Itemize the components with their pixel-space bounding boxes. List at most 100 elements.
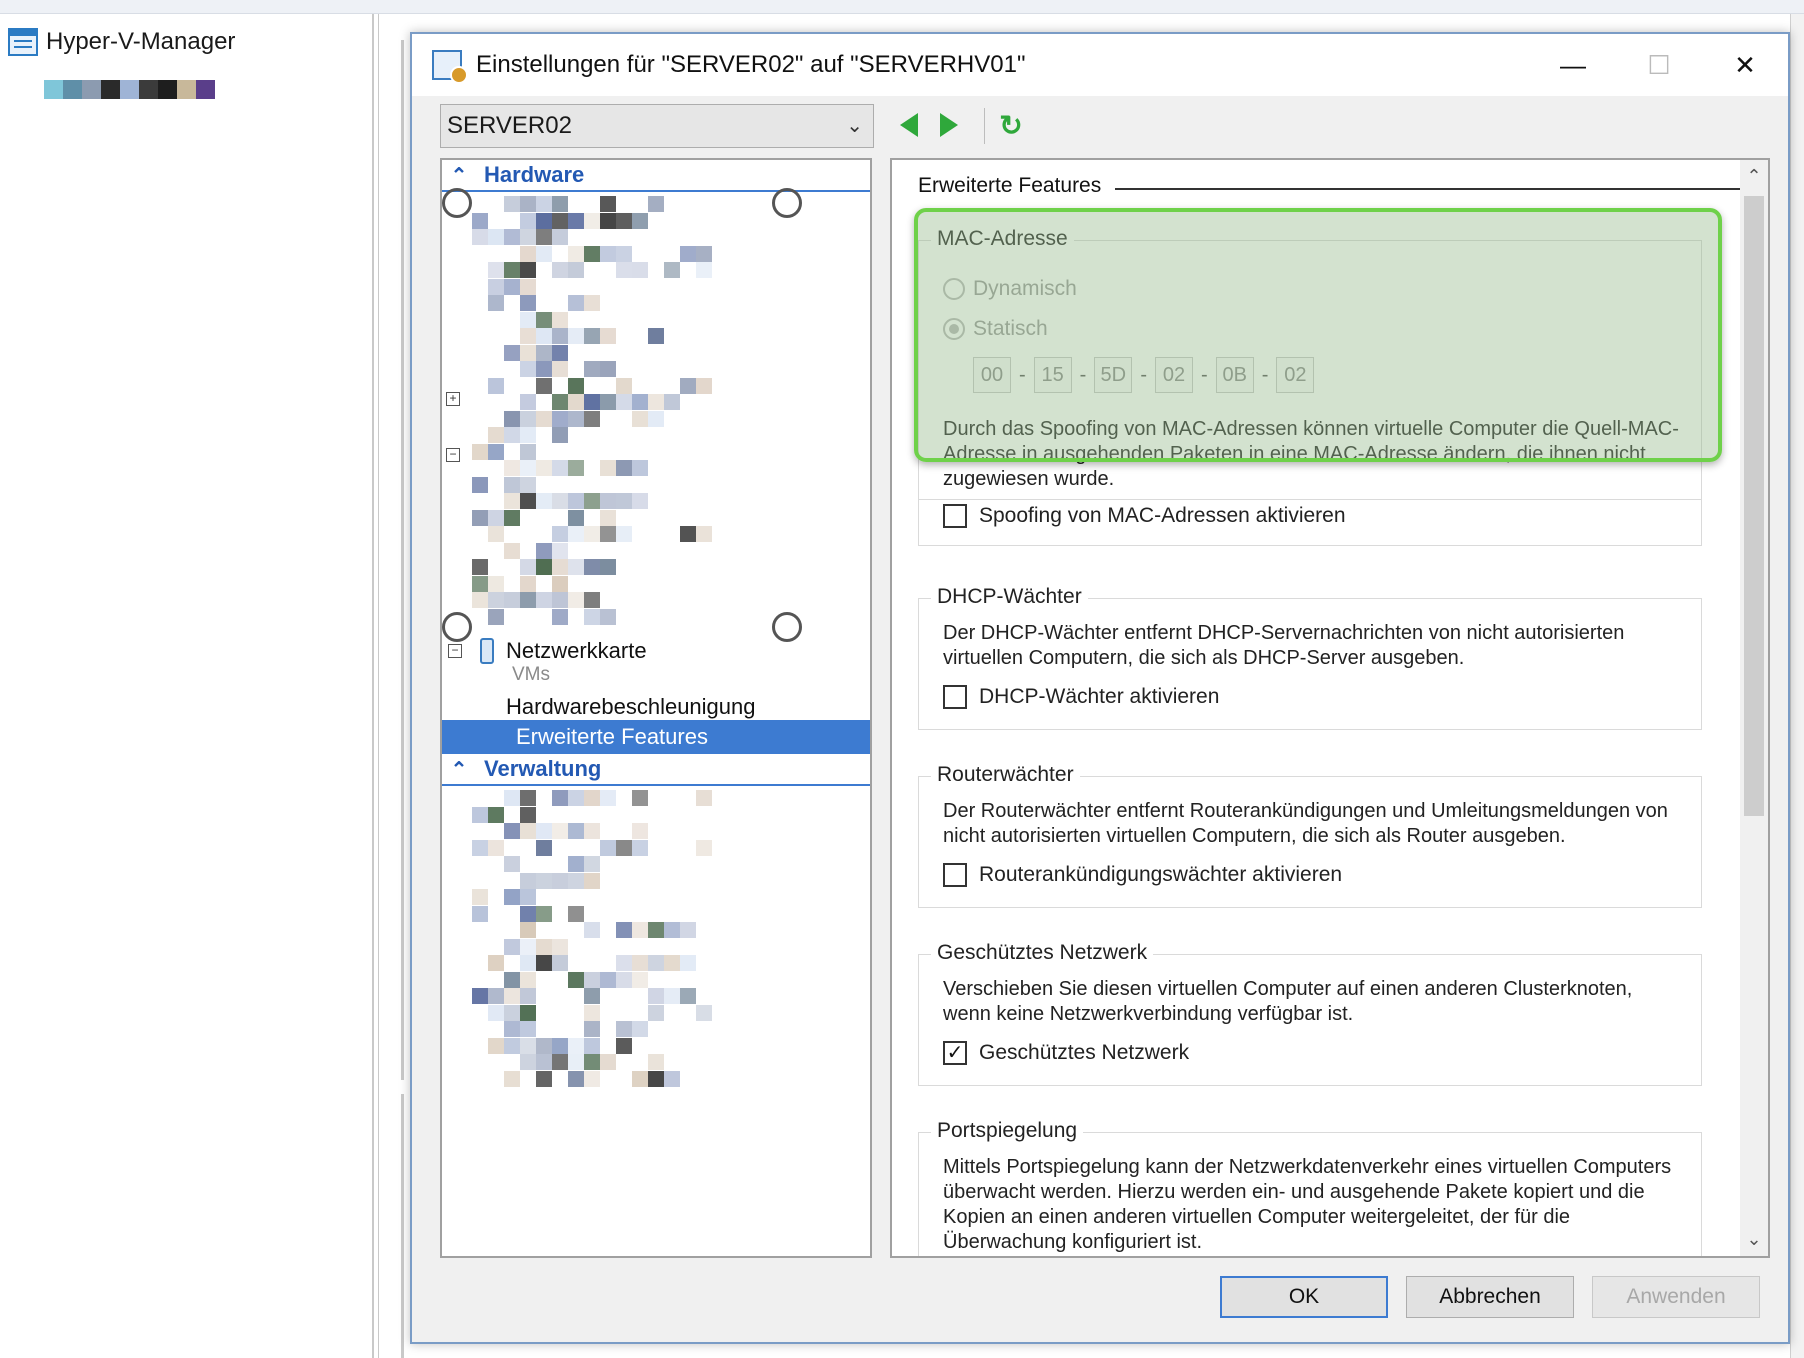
settings-scrollbar[interactable]: ⌃ ⌄ bbox=[1740, 160, 1768, 1256]
redacted-pixel bbox=[536, 212, 552, 229]
dhcp-guard-description: Der DHCP-Wächter entfernt DHCP-Servernac… bbox=[943, 622, 1625, 669]
redacted-pixel bbox=[488, 839, 504, 856]
right-arrow-icon bbox=[940, 113, 958, 137]
redacted-pixel bbox=[536, 410, 552, 427]
tree-root-hyperv-manager[interactable]: Hyper-V-Manager bbox=[8, 28, 235, 56]
redacted-pixel bbox=[616, 839, 632, 856]
redacted-management-items bbox=[442, 790, 870, 1120]
collapse-icon[interactable]: − bbox=[446, 448, 460, 462]
management-header[interactable]: ⌃ Verwaltung bbox=[442, 754, 870, 786]
redacted-pixel bbox=[552, 394, 568, 410]
redacted-pixel bbox=[584, 922, 600, 938]
redacted-pixel bbox=[504, 1037, 520, 1054]
scroll-down-icon[interactable]: ⌄ bbox=[1740, 1229, 1768, 1250]
refresh-button[interactable]: ↻ bbox=[996, 110, 1026, 141]
redacted-pixel bbox=[536, 245, 552, 262]
maximize-button[interactable]: ☐ bbox=[1616, 34, 1702, 96]
protected-network-label: Geschütztes Netzwerk bbox=[979, 1041, 1190, 1064]
redacted-pixel bbox=[520, 427, 536, 443]
dialog-title: Einstellungen für "SERVER02" auf "SERVER… bbox=[476, 51, 1026, 78]
redacted-pixel bbox=[632, 922, 648, 938]
redacted-pixel bbox=[568, 394, 584, 410]
redacted-pixel bbox=[472, 806, 488, 823]
redacted-pixel bbox=[584, 328, 600, 344]
redacted-pixel bbox=[488, 592, 504, 608]
tree-root-label: Hyper-V-Manager bbox=[46, 28, 236, 55]
redacted-pixel bbox=[568, 212, 584, 229]
redacted-pixel bbox=[504, 889, 520, 905]
redacted-pixel bbox=[568, 823, 584, 839]
redacted-pixel bbox=[568, 905, 584, 922]
redacted-pixel bbox=[584, 410, 600, 427]
redacted-pixel bbox=[520, 922, 536, 938]
vm-selector[interactable]: SERVER02 ⌄ bbox=[440, 104, 874, 148]
redacted-pixel bbox=[584, 971, 600, 988]
redacted-pixel bbox=[552, 575, 568, 592]
previous-button[interactable] bbox=[894, 110, 924, 140]
redacted-pixel bbox=[616, 377, 632, 394]
ok-button[interactable]: OK bbox=[1220, 1276, 1388, 1318]
redacted-pixel bbox=[536, 344, 552, 361]
minimize-button[interactable]: — bbox=[1530, 34, 1616, 96]
next-button[interactable] bbox=[934, 110, 964, 140]
dhcp-guard-checkbox[interactable]: DHCP-Wächter aktivieren bbox=[943, 685, 1219, 709]
settings-content: Erweiterte Features MAC-Adresse Dynamisc… bbox=[890, 158, 1770, 1258]
redacted-pixel bbox=[536, 592, 552, 608]
redacted-pixel bbox=[520, 278, 536, 295]
redacted-pixel bbox=[520, 361, 536, 377]
redacted-pixel bbox=[632, 839, 648, 856]
redacted-pixel bbox=[664, 262, 680, 278]
redacted-pixel bbox=[632, 1070, 648, 1087]
tree-item-advanced-features[interactable]: Erweiterte Features bbox=[442, 720, 870, 754]
redacted-pixel bbox=[536, 377, 552, 394]
protected-network-checkbox[interactable]: ✓ Geschütztes Netzwerk bbox=[943, 1041, 1189, 1065]
redacted-pixel bbox=[568, 377, 584, 394]
redacted-pixel bbox=[520, 311, 536, 328]
toolbar-separator bbox=[984, 108, 985, 144]
selection-handle bbox=[772, 612, 802, 642]
tree-item-network-adapter[interactable]: Netzwerkkarte bbox=[506, 638, 647, 664]
dialog-titlebar[interactable]: Einstellungen für "SERVER02" auf "SERVER… bbox=[412, 34, 1788, 96]
redacted-pixel bbox=[632, 493, 648, 509]
redacted-pixel bbox=[536, 311, 552, 328]
scroll-up-icon[interactable]: ⌃ bbox=[1740, 166, 1768, 187]
collapse-icon[interactable]: − bbox=[448, 644, 462, 658]
redacted-pixel bbox=[584, 592, 600, 608]
redacted-pixel bbox=[520, 988, 536, 1004]
mac-spoofing-row: Spoofing von MAC-Adressen aktivieren bbox=[918, 500, 1702, 546]
redacted-pixel bbox=[568, 295, 584, 311]
redacted-pixel bbox=[568, 1054, 584, 1070]
redacted-pixel bbox=[632, 460, 648, 476]
redacted-pixel bbox=[584, 394, 600, 410]
redacted-pixel bbox=[664, 922, 680, 938]
hardware-header-label: Hardware bbox=[484, 162, 585, 187]
close-button[interactable]: ✕ bbox=[1702, 34, 1788, 96]
redacted-pixel bbox=[664, 955, 680, 971]
scrollbar-thumb[interactable] bbox=[1744, 196, 1764, 816]
network-adapter-icon bbox=[480, 638, 494, 664]
redacted-pixel bbox=[520, 229, 536, 245]
redacted-pixel bbox=[568, 262, 584, 278]
redacted-pixel bbox=[520, 295, 536, 311]
hardware-header[interactable]: ⌃ Hardware bbox=[442, 160, 870, 192]
redacted-pixel bbox=[552, 262, 568, 278]
redacted-pixel bbox=[552, 790, 568, 806]
expand-icon[interactable]: + bbox=[446, 392, 460, 406]
mac-spoofing-checkbox[interactable]: Spoofing von MAC-Adressen aktivieren bbox=[943, 504, 1346, 528]
router-guard-checkbox[interactable]: Routerankündigungswächter aktivieren bbox=[943, 863, 1342, 887]
cancel-button[interactable]: Abbrechen bbox=[1406, 1276, 1574, 1318]
redacted-pixel bbox=[488, 377, 504, 394]
redacted-pixel bbox=[520, 328, 536, 344]
redacted-pixel bbox=[520, 1004, 536, 1021]
redacted-pixel bbox=[488, 278, 504, 295]
redacted-pixel bbox=[520, 889, 536, 905]
tree-item-hardware-acceleration[interactable]: Hardwarebeschleunigung bbox=[506, 694, 756, 720]
apply-button[interactable]: Anwenden bbox=[1592, 1276, 1760, 1318]
redacted-pixel bbox=[568, 971, 584, 988]
redacted-pixel bbox=[568, 559, 584, 575]
redacted-pixel bbox=[120, 80, 139, 99]
redacted-pixel bbox=[101, 80, 120, 99]
redacted-pixel bbox=[472, 889, 488, 905]
redacted-pixel bbox=[536, 938, 552, 955]
redacted-pixel bbox=[600, 839, 616, 856]
